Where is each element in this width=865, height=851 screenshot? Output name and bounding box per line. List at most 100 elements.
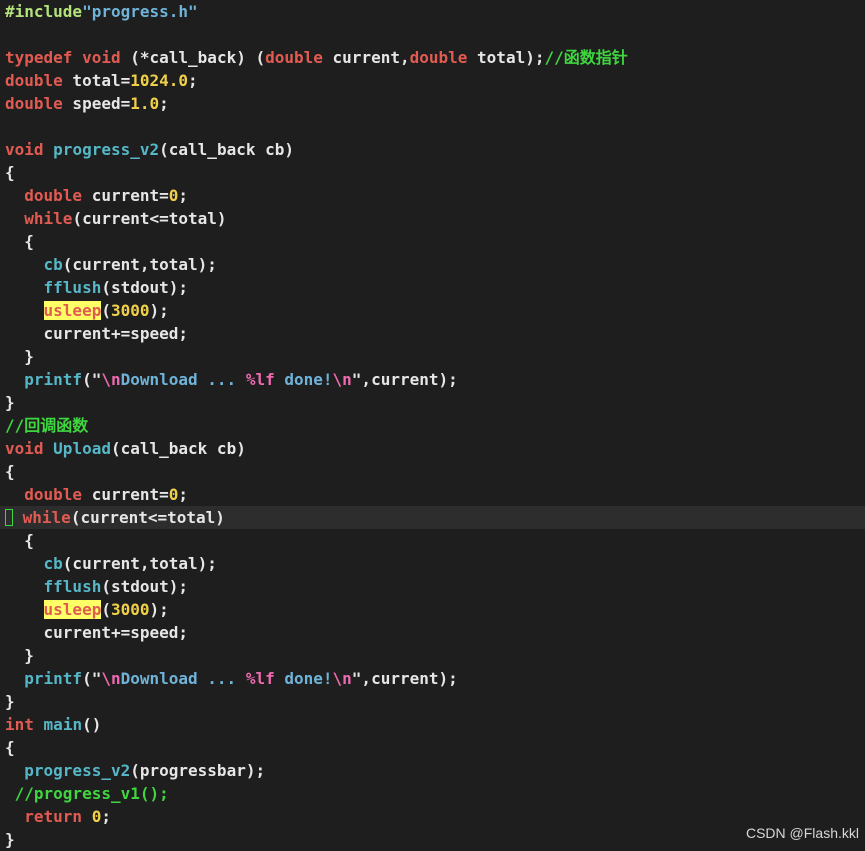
code-token: total); xyxy=(467,48,545,67)
code-token: return xyxy=(24,807,83,826)
code-line[interactable]: } xyxy=(0,644,865,667)
code-line[interactable]: double current=0; xyxy=(0,483,865,506)
code-token: speed= xyxy=(62,94,131,113)
code-line[interactable]: printf("\nDownload ... %lf done!\n",curr… xyxy=(0,667,865,690)
code-line[interactable]: void Upload(call_back cb) xyxy=(0,437,865,460)
code-token: () xyxy=(82,715,102,734)
code-token: total= xyxy=(62,71,131,90)
code-token: \n xyxy=(101,669,121,688)
code-line[interactable]: cb(current,total); xyxy=(0,552,865,575)
code-editor[interactable]: #include"progress.h" typedef void (*call_… xyxy=(0,0,865,849)
code-token: void xyxy=(82,48,121,67)
code-token: { xyxy=(5,163,15,182)
code-line[interactable]: //回调函数 xyxy=(0,414,865,437)
code-line[interactable]: progress_v2(progressbar); xyxy=(0,759,865,782)
code-token: usleep xyxy=(43,600,102,619)
code-line[interactable]: usleep(3000); xyxy=(0,299,865,322)
code-line[interactable]: current+=speed; xyxy=(0,322,865,345)
code-token: } xyxy=(5,830,15,849)
code-token: \n xyxy=(332,370,352,389)
code-line[interactable]: int main() xyxy=(0,713,865,736)
code-token: printf xyxy=(24,370,83,389)
code-line[interactable]: usleep(3000); xyxy=(0,598,865,621)
code-token: typedef xyxy=(5,48,73,67)
code-token: (stdout); xyxy=(101,278,189,297)
code-line[interactable]: current+=speed; xyxy=(0,621,865,644)
code-token: void xyxy=(5,439,44,458)
code-line[interactable]: { xyxy=(0,736,865,759)
code-line[interactable]: //progress_v1(); xyxy=(0,782,865,805)
code-line[interactable]: fflush(stdout); xyxy=(0,575,865,598)
code-line[interactable] xyxy=(0,23,865,46)
code-token: current= xyxy=(82,485,169,504)
code-token: (stdout); xyxy=(101,577,189,596)
code-token: { xyxy=(5,462,15,481)
code-token: { xyxy=(5,232,34,251)
code-line[interactable]: return 0; xyxy=(0,805,865,828)
code-token: progress_v2 xyxy=(53,140,160,159)
code-line[interactable]: { xyxy=(0,161,865,184)
code-token: } xyxy=(5,692,15,711)
code-line[interactable] xyxy=(0,115,865,138)
code-token: while xyxy=(24,209,73,228)
code-token: double xyxy=(24,485,83,504)
code-token: int xyxy=(5,715,34,734)
code-token: double xyxy=(5,94,63,113)
code-line[interactable]: typedef void (*call_back) (double curren… xyxy=(0,46,865,69)
code-line[interactable]: while(current<=total) xyxy=(0,207,865,230)
code-token: ; xyxy=(101,807,111,826)
code-line[interactable]: double current=0; xyxy=(0,184,865,207)
code-token: (" xyxy=(82,669,102,688)
code-line[interactable]: #include"progress.h" xyxy=(0,0,865,23)
code-token: (current,total); xyxy=(62,255,217,274)
code-token: current+=speed; xyxy=(5,324,189,343)
code-token: usleep xyxy=(43,301,102,320)
code-token: (current,total); xyxy=(62,554,217,573)
code-line[interactable]: { xyxy=(0,529,865,552)
code-token: double xyxy=(5,71,63,90)
code-token: double xyxy=(409,48,468,67)
code-token: cb xyxy=(43,255,63,274)
code-token: //函数指针 xyxy=(544,48,628,67)
code-token: #include xyxy=(5,2,83,21)
text-cursor xyxy=(5,509,13,526)
code-token: void xyxy=(5,140,44,159)
code-line[interactable]: while(current<=total) xyxy=(0,506,865,529)
code-line[interactable]: } xyxy=(0,345,865,368)
code-token: done! xyxy=(274,370,333,389)
code-token: double xyxy=(265,48,323,67)
code-token: { xyxy=(5,531,34,550)
code-line[interactable]: double total=1024.0; xyxy=(0,69,865,92)
code-token: current, xyxy=(322,48,410,67)
code-line[interactable]: cb(current,total); xyxy=(0,253,865,276)
code-line[interactable]: { xyxy=(0,460,865,483)
code-token: 0 xyxy=(168,186,179,205)
code-line[interactable]: } xyxy=(0,828,865,851)
code-token: Download ... xyxy=(120,669,246,688)
code-token: cb xyxy=(43,554,63,573)
code-token: Upload xyxy=(53,439,111,458)
code-token: 3000 xyxy=(110,600,150,619)
code-token: ; xyxy=(178,485,189,504)
code-line[interactable]: void progress_v2(call_back cb) xyxy=(0,138,865,161)
code-token: "progress.h" xyxy=(82,2,198,21)
code-line[interactable]: { xyxy=(0,230,865,253)
code-token: while xyxy=(22,508,71,527)
code-line[interactable]: fflush(stdout); xyxy=(0,276,865,299)
code-line[interactable]: } xyxy=(0,391,865,414)
code-line[interactable]: } xyxy=(0,690,865,713)
code-line[interactable]: printf("\nDownload ... %lf done!\n",curr… xyxy=(0,368,865,391)
code-token: ( xyxy=(101,600,111,619)
code-line[interactable]: double speed=1.0; xyxy=(0,92,865,115)
